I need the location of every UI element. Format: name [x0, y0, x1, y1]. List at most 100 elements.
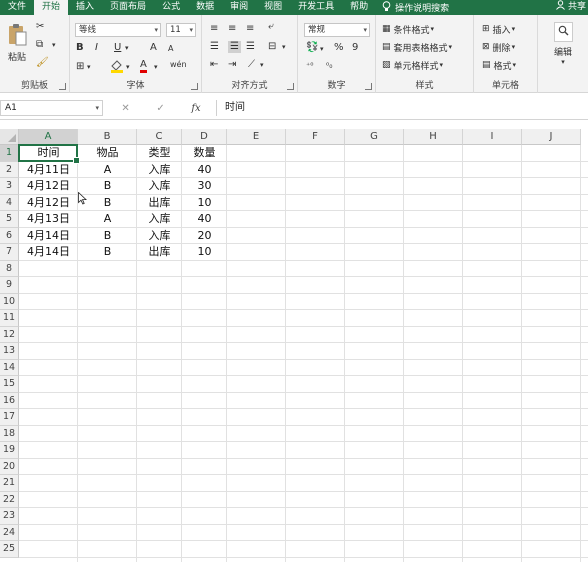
align-right-icon[interactable]: ☰ [246, 41, 255, 53]
conditional-format-button[interactable]: ▦ 条件格式 ▾ [382, 22, 434, 36]
cell-a4[interactable]: 4月12日 [19, 195, 78, 212]
column-header-e[interactable]: E [227, 129, 286, 145]
column-header-c[interactable]: C [137, 129, 182, 145]
cell-d6[interactable]: 20 [182, 228, 227, 245]
row-header-16[interactable]: 16 [0, 392, 19, 409]
increase-indent-icon[interactable]: ⇥ [228, 59, 236, 71]
decrease-indent-icon[interactable]: ⇤ [210, 59, 218, 71]
share-button[interactable]: 共享 [556, 0, 586, 16]
row-header-9[interactable]: 9 [0, 277, 19, 294]
select-all-button[interactable] [0, 129, 19, 145]
cell-c2[interactable]: 入库 [137, 162, 182, 179]
row-header-3[interactable]: 3 [0, 178, 19, 195]
increase-font-button[interactable]: A [150, 42, 157, 54]
tab-help[interactable]: 帮助 [342, 0, 376, 15]
row-header-8[interactable]: 8 [0, 260, 19, 277]
cell-c5[interactable]: 入库 [137, 211, 182, 228]
row-header-13[interactable]: 13 [0, 343, 19, 360]
row-header-19[interactable]: 19 [0, 442, 19, 459]
tab-formulas[interactable]: 公式 [154, 0, 188, 15]
insert-cells-button[interactable]: ⊞ 插入 ▾ [482, 22, 515, 36]
row-header-15[interactable]: 15 [0, 376, 19, 393]
borders-icon[interactable]: ⊞ [76, 61, 84, 73]
row-header-18[interactable]: 18 [0, 425, 19, 442]
merge-center-icon[interactable]: ⊟ [268, 41, 276, 53]
format-cells-button[interactable]: ▤ 格式 ▾ [482, 58, 516, 72]
cell-styles-button[interactable]: ▧ 单元格样式 ▾ [382, 58, 443, 72]
insert-function-icon[interactable]: fx [191, 103, 200, 114]
cut-icon[interactable]: ✂ [36, 21, 44, 33]
tab-data[interactable]: 数据 [188, 0, 222, 15]
format-painter-icon[interactable]: 🖌 [36, 57, 49, 69]
alignment-launcher-icon[interactable] [287, 83, 294, 90]
row-header-12[interactable]: 12 [0, 326, 19, 343]
paste-button[interactable]: 粘贴 [4, 21, 30, 65]
tab-view[interactable]: 视图 [256, 0, 290, 15]
row-header-11[interactable]: 11 [0, 310, 19, 327]
tab-file[interactable]: 文件 [0, 0, 34, 15]
clipboard-launcher-icon[interactable] [59, 83, 66, 90]
chevron-down-icon[interactable]: ▾ [52, 39, 56, 51]
cell-c1[interactable]: 类型 [137, 145, 182, 162]
align-top-icon[interactable]: ≡ [210, 23, 218, 35]
chevron-down-icon[interactable]: ▾ [87, 61, 91, 73]
column-header-a[interactable]: A [19, 129, 78, 145]
cell-b7[interactable]: B [78, 244, 137, 261]
cell-d2[interactable]: 40 [182, 162, 227, 179]
cell-a6[interactable]: 4月14日 [19, 228, 78, 245]
increase-decimal-icon[interactable]: ⁺⁰ [306, 60, 313, 72]
number-format-combo[interactable]: 常规 ▾ [304, 23, 370, 37]
decrease-font-button[interactable]: A [168, 43, 173, 55]
cell-c3[interactable]: 入库 [137, 178, 182, 195]
row-header-25[interactable]: 25 [0, 541, 19, 558]
bold-button[interactable]: B [76, 42, 84, 54]
cell-b5[interactable]: A [78, 211, 137, 228]
row-header-5[interactable]: 5 [0, 211, 19, 228]
font-size-combo[interactable]: 11 ▾ [166, 23, 196, 37]
column-header-h[interactable]: H [404, 129, 463, 145]
row-header-20[interactable]: 20 [0, 458, 19, 475]
percent-button[interactable]: % [334, 42, 344, 54]
confirm-icon[interactable]: ✓ [156, 103, 164, 114]
row-header-2[interactable]: 2 [0, 161, 19, 178]
cell-d7[interactable]: 10 [182, 244, 227, 261]
cell-a5[interactable]: 4月13日 [19, 211, 78, 228]
row-header-21[interactable]: 21 [0, 475, 19, 492]
align-center-icon[interactable]: ☰ [228, 41, 241, 53]
tab-developer[interactable]: 开发工具 [290, 0, 342, 15]
row-header-24[interactable]: 24 [0, 524, 19, 541]
column-header-f[interactable]: F [286, 129, 345, 145]
cell-a2[interactable]: 4月11日 [19, 162, 78, 179]
format-as-table-button[interactable]: ▤ 套用表格格式 ▾ [382, 40, 452, 54]
cancel-icon[interactable]: ✕ [121, 103, 129, 114]
row-header-10[interactable]: 10 [0, 293, 19, 310]
cell-b6[interactable]: B [78, 228, 137, 245]
fill-color-icon[interactable] [110, 59, 124, 77]
column-header-i[interactable]: I [463, 129, 522, 145]
row-header-14[interactable]: 14 [0, 359, 19, 376]
row-header-17[interactable]: 17 [0, 409, 19, 426]
name-box[interactable]: A1 ▾ [0, 100, 103, 116]
chevron-down-icon[interactable]: ▾ [154, 61, 158, 73]
copy-icon[interactable]: ⧉ [36, 39, 43, 51]
tab-page-layout[interactable]: 页面布局 [102, 0, 154, 15]
cell-a7[interactable]: 4月14日 [19, 244, 78, 261]
cell-c7[interactable]: 出库 [137, 244, 182, 261]
wrap-text-icon[interactable]: ⤶ [268, 21, 274, 33]
number-launcher-icon[interactable] [365, 83, 372, 90]
font-launcher-icon[interactable] [191, 83, 198, 90]
tell-me-search[interactable]: 操作说明搜索 [376, 0, 449, 15]
chevron-down-icon[interactable]: ▾ [125, 42, 129, 54]
cell-d3[interactable]: 30 [182, 178, 227, 195]
italic-button[interactable]: I [95, 42, 98, 54]
chevron-down-icon[interactable]: ▾ [282, 41, 286, 53]
cell-d1[interactable]: 数量 [182, 145, 227, 162]
tab-review[interactable]: 审阅 [222, 0, 256, 15]
chevron-down-icon[interactable]: ▾ [320, 43, 324, 55]
worksheet-grid[interactable]: A B C D E F G H I J 1 2 3 4 5 6 7 8 9 10 11 12 13 14 15 16 17 18 19 2… [0, 129, 588, 562]
column-header-j[interactable]: J [522, 129, 581, 145]
comma-button[interactable]: 9 [352, 42, 358, 54]
phonetic-button[interactable]: wén [170, 59, 187, 71]
tab-home[interactable]: 开始 [34, 0, 69, 15]
tab-insert[interactable]: 插入 [68, 0, 102, 15]
